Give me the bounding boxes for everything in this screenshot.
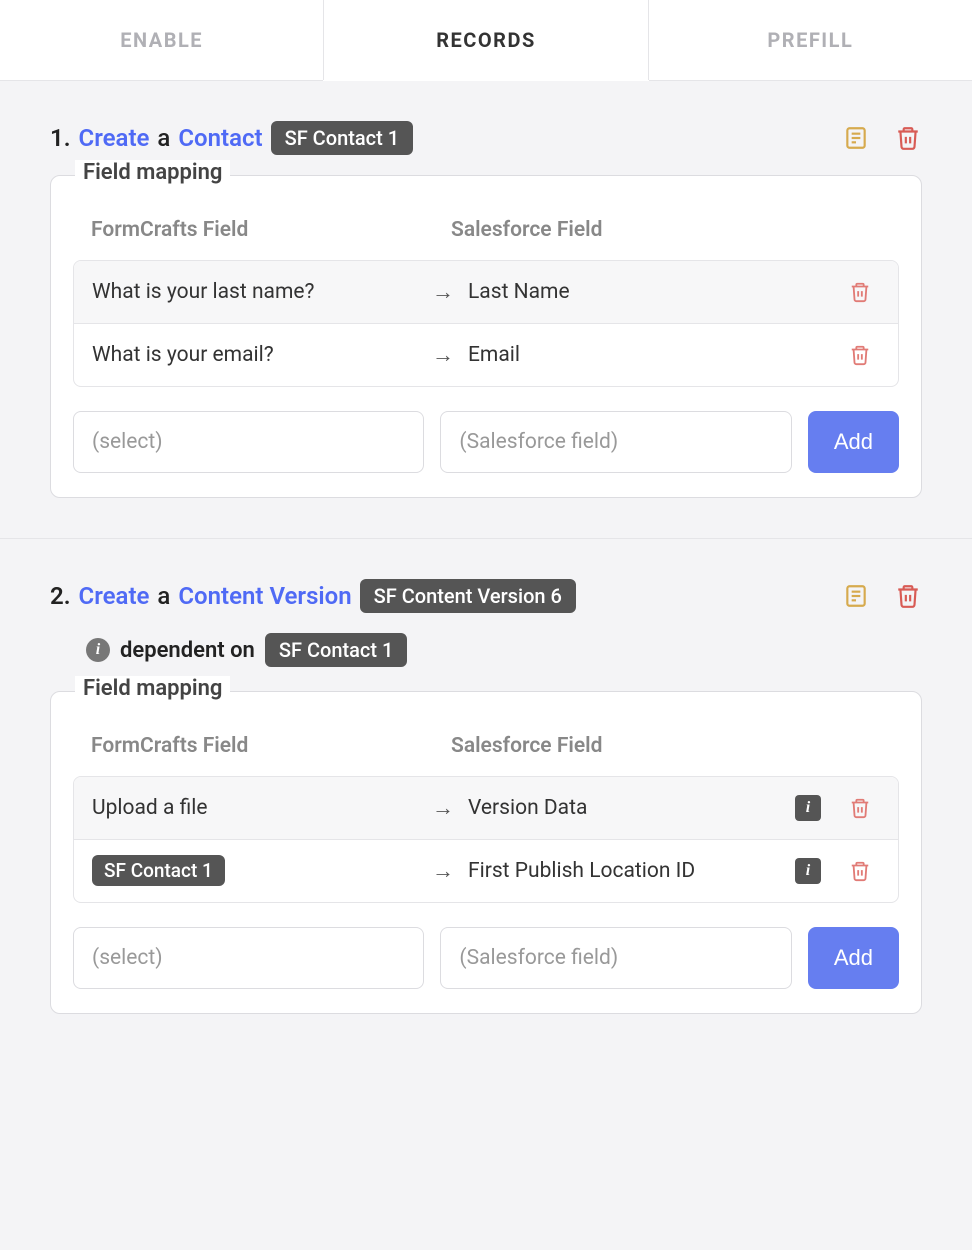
fieldset-label: Field mapping bbox=[75, 160, 230, 185]
info-icon[interactable]: i bbox=[86, 638, 110, 662]
field-mapping-fieldset-2: Field mapping FormCrafts Field Salesforc… bbox=[50, 691, 922, 1014]
info-square-icon[interactable]: i bbox=[788, 795, 828, 821]
delete-record-icon[interactable] bbox=[894, 582, 922, 610]
record-header-2: 2. Create a Content Version SF Content V… bbox=[50, 579, 922, 613]
salesforce-field-select[interactable]: (Salesforce field) bbox=[440, 927, 791, 989]
col-header-fc: FormCrafts Field bbox=[91, 218, 451, 242]
add-mapping-row: (select) (Salesforce field) Add bbox=[73, 927, 899, 989]
action-link[interactable]: Create bbox=[79, 124, 150, 152]
mapping-fc-cell: What is your last name? bbox=[92, 280, 432, 304]
record-section-1: 1. Create a Contact SF Contact 1 Field m… bbox=[50, 121, 922, 498]
tab-enable[interactable]: ENABLE bbox=[0, 0, 323, 80]
record-number: 2. bbox=[50, 582, 71, 610]
arrow-icon: → bbox=[432, 795, 468, 821]
col-header-fc: FormCrafts Field bbox=[91, 734, 451, 758]
mapping-table-2: Upload a file → Version Data i SF Contac… bbox=[73, 776, 899, 903]
mapping-fc-cell: What is your email? bbox=[92, 343, 432, 367]
delete-record-icon[interactable] bbox=[894, 124, 922, 152]
delete-mapping-icon[interactable] bbox=[840, 280, 880, 304]
delete-mapping-icon[interactable] bbox=[840, 859, 880, 883]
mapping-sf-cell: Last Name bbox=[468, 280, 828, 304]
record-section-2: 2. Create a Content Version SF Content V… bbox=[50, 579, 922, 1014]
record-number: 1. bbox=[50, 124, 71, 152]
arrow-icon: → bbox=[432, 858, 468, 884]
tab-bar: ENABLE RECORDS PREFILL bbox=[0, 0, 972, 81]
delete-mapping-icon[interactable] bbox=[840, 343, 880, 367]
add-button[interactable]: Add bbox=[808, 927, 899, 989]
column-headers: FormCrafts Field Salesforce Field bbox=[73, 200, 899, 260]
delete-mapping-icon[interactable] bbox=[840, 796, 880, 820]
column-headers: FormCrafts Field Salesforce Field bbox=[73, 716, 899, 776]
formcrafts-field-select[interactable]: (select) bbox=[73, 927, 424, 989]
section-divider bbox=[0, 538, 972, 539]
salesforce-field-select[interactable]: (Salesforce field) bbox=[440, 411, 791, 473]
fieldset-label: Field mapping bbox=[75, 676, 230, 701]
article-a: a bbox=[157, 124, 170, 152]
record-badge: SF Content Version 6 bbox=[360, 579, 576, 613]
mapping-sf-cell: First Publish Location ID bbox=[468, 859, 788, 883]
field-mapping-fieldset-1: Field mapping FormCrafts Field Salesforc… bbox=[50, 175, 922, 498]
add-button[interactable]: Add bbox=[808, 411, 899, 473]
fc-badge: SF Contact 1 bbox=[92, 855, 225, 886]
dependent-badge: SF Contact 1 bbox=[265, 633, 408, 667]
record-header-1: 1. Create a Contact SF Contact 1 bbox=[50, 121, 922, 155]
mapping-sf-cell: Version Data bbox=[468, 796, 788, 820]
article-a: a bbox=[157, 582, 170, 610]
arrow-icon: → bbox=[432, 279, 468, 305]
add-mapping-row: (select) (Salesforce field) Add bbox=[73, 411, 899, 473]
record-badge: SF Contact 1 bbox=[271, 121, 414, 155]
mapping-table-1: What is your last name? → Last Name What… bbox=[73, 260, 899, 387]
info-square-icon[interactable]: i bbox=[788, 858, 828, 884]
mapping-fc-cell: Upload a file bbox=[92, 796, 432, 820]
notes-icon[interactable] bbox=[842, 582, 870, 610]
action-link[interactable]: Create bbox=[79, 582, 150, 610]
object-link[interactable]: Contact bbox=[178, 124, 262, 152]
content-area: 1. Create a Contact SF Contact 1 Field m… bbox=[0, 81, 972, 1084]
mapping-row: SF Contact 1 → First Publish Location ID… bbox=[74, 840, 898, 902]
tab-records[interactable]: RECORDS bbox=[323, 0, 648, 80]
object-link[interactable]: Content Version bbox=[178, 582, 351, 610]
mapping-sf-cell: Email bbox=[468, 343, 828, 367]
col-header-sf: Salesforce Field bbox=[451, 734, 881, 758]
col-header-sf: Salesforce Field bbox=[451, 218, 881, 242]
dependent-row: i dependent on SF Contact 1 bbox=[86, 633, 922, 667]
formcrafts-field-select[interactable]: (select) bbox=[73, 411, 424, 473]
dependent-label: dependent on bbox=[120, 638, 255, 663]
mapping-fc-cell: SF Contact 1 bbox=[92, 859, 432, 883]
notes-icon[interactable] bbox=[842, 124, 870, 152]
mapping-row: Upload a file → Version Data i bbox=[74, 777, 898, 840]
arrow-icon: → bbox=[432, 342, 468, 368]
mapping-row: What is your last name? → Last Name bbox=[74, 261, 898, 324]
tab-prefill[interactable]: PREFILL bbox=[649, 0, 972, 80]
mapping-row: What is your email? → Email bbox=[74, 324, 898, 386]
